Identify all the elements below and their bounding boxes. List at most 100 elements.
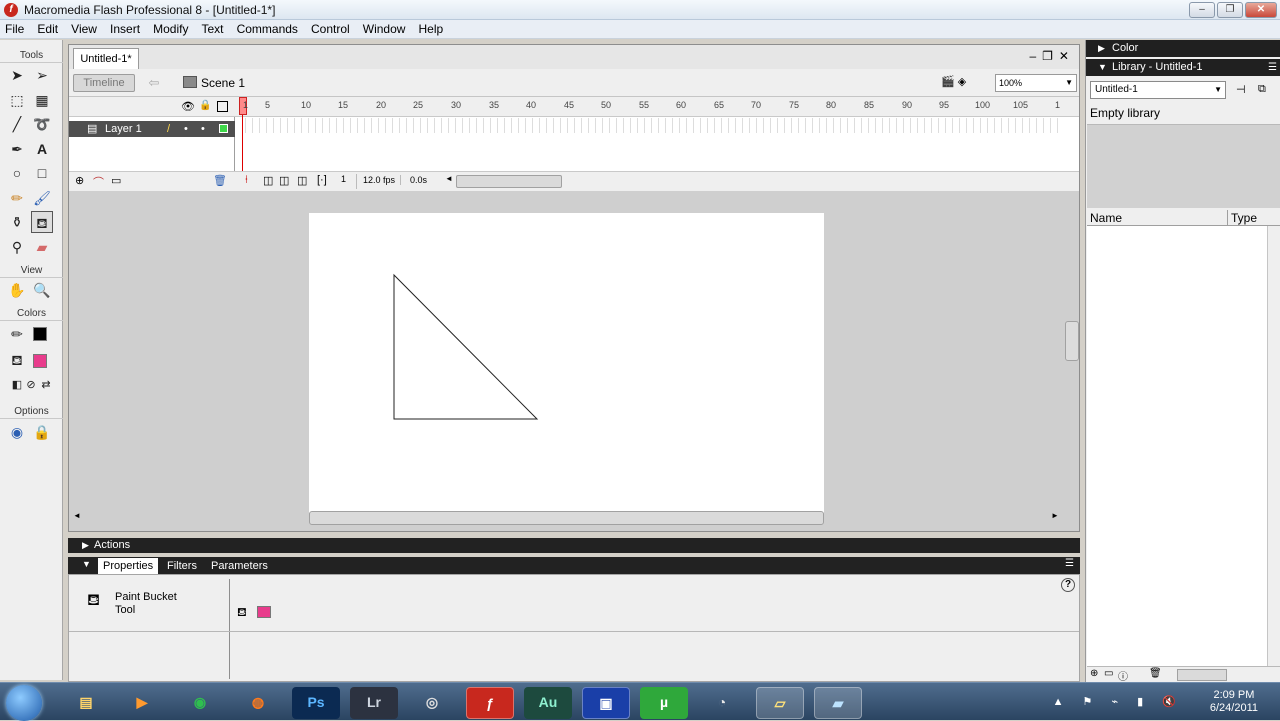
edit-scene-icons[interactable]: 🎬 ◈ xyxy=(941,75,991,93)
tab-filters[interactable]: Filters xyxy=(162,558,202,574)
start-button[interactable] xyxy=(6,685,42,721)
layer-row[interactable]: ▤ Layer 1 / • • xyxy=(69,121,235,137)
help-icon[interactable]: ? xyxy=(1061,578,1075,592)
audition-icon[interactable]: Au xyxy=(524,687,572,719)
edit-symbol-icon[interactable]: ◈ xyxy=(958,76,966,88)
system-tray[interactable]: ▲ ⚑ ⌁ ▮ 🔇 xyxy=(1053,695,1184,708)
menu-commands[interactable]: Commands xyxy=(232,20,303,39)
color-panel-header[interactable]: ▶ Color xyxy=(1086,40,1280,57)
visibility-dot-icon[interactable]: • xyxy=(184,121,188,137)
lightroom-icon[interactable]: Lr xyxy=(350,687,398,719)
edit-scene-icon[interactable]: 🎬 xyxy=(941,76,955,88)
new-folder-icon[interactable]: ▭ xyxy=(1104,668,1113,679)
menu-insert[interactable]: Insert xyxy=(105,20,145,39)
arrow-tool-icon[interactable]: ➤ xyxy=(6,64,28,86)
line-tool-icon[interactable]: ╱ xyxy=(6,113,28,135)
gap-size-icon[interactable]: ◉ xyxy=(6,421,28,443)
flag-icon[interactable]: ⚑ xyxy=(1083,696,1101,708)
menu-edit[interactable]: Edit xyxy=(32,20,63,39)
chrome-icon[interactable]: ◉ xyxy=(176,687,224,719)
chrome-app-icon[interactable]: ◔ xyxy=(698,687,746,719)
maximize-icon[interactable]: ❐ xyxy=(1217,2,1243,18)
camera-icon[interactable]: ◎ xyxy=(408,687,456,719)
library-item-list[interactable] xyxy=(1087,226,1267,666)
menu-help[interactable]: Help xyxy=(414,20,449,39)
triangle-shape[interactable] xyxy=(309,213,824,513)
firefox-icon[interactable]: ◍ xyxy=(234,687,282,719)
pin-icon[interactable]: ⊣ xyxy=(1236,83,1246,96)
free-transform-tool-icon[interactable]: ⬚ xyxy=(6,89,28,111)
eraser-tool-icon[interactable]: ▰ xyxy=(31,236,53,258)
collapse-icon[interactable]: ▼ xyxy=(82,559,91,569)
properties-icon[interactable]: ⓘ xyxy=(1118,668,1128,683)
media-player-icon[interactable]: ▶ xyxy=(118,687,166,719)
close-icon[interactable]: ✕ xyxy=(1245,2,1277,18)
add-folder-icon[interactable]: ▭ xyxy=(111,174,121,187)
menu-view[interactable]: View xyxy=(66,20,102,39)
clock[interactable]: 2:09 PM 6/24/2011 xyxy=(1210,689,1258,715)
scroll-left-icon[interactable]: ◄ xyxy=(73,511,81,520)
photoshop-icon[interactable]: Ps xyxy=(292,687,340,719)
delete-icon[interactable]: 🗑 xyxy=(1149,668,1162,679)
document-window-controls[interactable]: –❐✕ xyxy=(1030,49,1076,63)
menu-modify[interactable]: Modify xyxy=(148,20,193,39)
scroll-left-icon[interactable]: ◄ xyxy=(445,174,453,183)
eye-icon[interactable]: 👁 xyxy=(181,100,195,113)
notes-icon[interactable]: ▱ xyxy=(756,687,804,719)
new-library-icon[interactable]: ⧉ xyxy=(1258,83,1266,96)
panel-menu-icon[interactable]: ☰ xyxy=(1268,59,1277,76)
fill-transform-tool-icon[interactable]: ▦ xyxy=(31,89,53,111)
paint-bucket-tool-icon[interactable]: ⛾ xyxy=(31,211,53,233)
add-layer-icon[interactable]: ⊕ xyxy=(75,174,84,187)
menu-text[interactable]: Text xyxy=(197,20,229,39)
back-arrow-icon[interactable]: ⇦ xyxy=(145,74,163,92)
outline-icon[interactable] xyxy=(217,101,228,112)
tab-parameters[interactable]: Parameters xyxy=(206,558,273,574)
library-panel-header[interactable]: ▼ Library - Untitled-1 ☰ xyxy=(1086,59,1280,76)
stage[interactable] xyxy=(309,213,824,513)
subselect-tool-icon[interactable]: ➢ xyxy=(31,64,53,86)
stage-vscroll[interactable] xyxy=(1065,321,1079,361)
lock-fill-icon[interactable]: 🔒 xyxy=(31,421,53,443)
utorrent-icon[interactable]: µ xyxy=(640,687,688,719)
scroll-right-icon[interactable]: ► xyxy=(1051,511,1059,520)
document-tab[interactable]: Untitled-1* xyxy=(73,48,139,69)
swap-colors-icon[interactable]: ⇄ xyxy=(35,374,57,396)
ink-bottle-tool-icon[interactable]: ⚱ xyxy=(6,211,28,233)
pencil-tool-icon[interactable]: ✏ xyxy=(6,187,28,209)
onion-skin-icon[interactable]: ◫ xyxy=(263,174,273,187)
stroke-color-swatch[interactable] xyxy=(33,327,47,341)
rectangle-tool-icon[interactable]: □ xyxy=(31,162,53,184)
fill-color-swatch[interactable] xyxy=(257,606,271,618)
edit-multiple-icon[interactable]: ◫ xyxy=(297,174,307,187)
modify-markers-icon[interactable]: [·] xyxy=(317,174,327,186)
menu-file[interactable]: File xyxy=(0,20,29,39)
text-tool-icon[interactable]: A xyxy=(31,138,53,160)
brush-tool-icon[interactable]: 🖌 xyxy=(31,187,53,209)
window-manager-icon[interactable]: ▰ xyxy=(814,687,862,719)
stage-hscroll[interactable] xyxy=(309,511,824,525)
eyedropper-tool-icon[interactable]: ⚲ xyxy=(6,236,28,258)
network-icon[interactable]: ▮ xyxy=(1137,696,1151,708)
panel-menu-icon[interactable]: ☰ xyxy=(1065,558,1074,569)
tab-properties[interactable]: Properties xyxy=(98,558,159,574)
app-window-icon[interactable]: ▣ xyxy=(582,687,630,719)
lock-dot-icon[interactable]: • xyxy=(201,121,205,137)
oval-tool-icon[interactable]: ○ xyxy=(6,162,28,184)
minimize-icon[interactable]: – xyxy=(1189,2,1215,18)
library-hscroll[interactable] xyxy=(1177,669,1227,681)
layer-color-icon[interactable] xyxy=(219,124,228,133)
library-document-select[interactable]: Untitled-1 ▼ xyxy=(1090,81,1226,99)
pen-tool-icon[interactable]: ✒ xyxy=(6,138,28,160)
power-icon[interactable]: ⌁ xyxy=(1111,696,1126,708)
show-hidden-icon[interactable]: ▲ xyxy=(1053,696,1072,708)
hand-tool-icon[interactable]: ✋ xyxy=(6,279,28,301)
library-col-name[interactable]: Name xyxy=(1090,210,1122,226)
lasso-tool-icon[interactable]: ➰ xyxy=(31,113,53,135)
zoom-select[interactable]: 100% ▼ xyxy=(995,74,1077,92)
center-frame-icon[interactable]: ⍿ xyxy=(245,174,248,187)
onion-outline-icon[interactable]: ◫ xyxy=(279,174,289,187)
volume-icon[interactable]: 🔇 xyxy=(1162,696,1184,708)
explorer-icon[interactable]: ▤ xyxy=(62,687,110,719)
timeline-toggle-button[interactable]: Timeline xyxy=(73,74,135,92)
